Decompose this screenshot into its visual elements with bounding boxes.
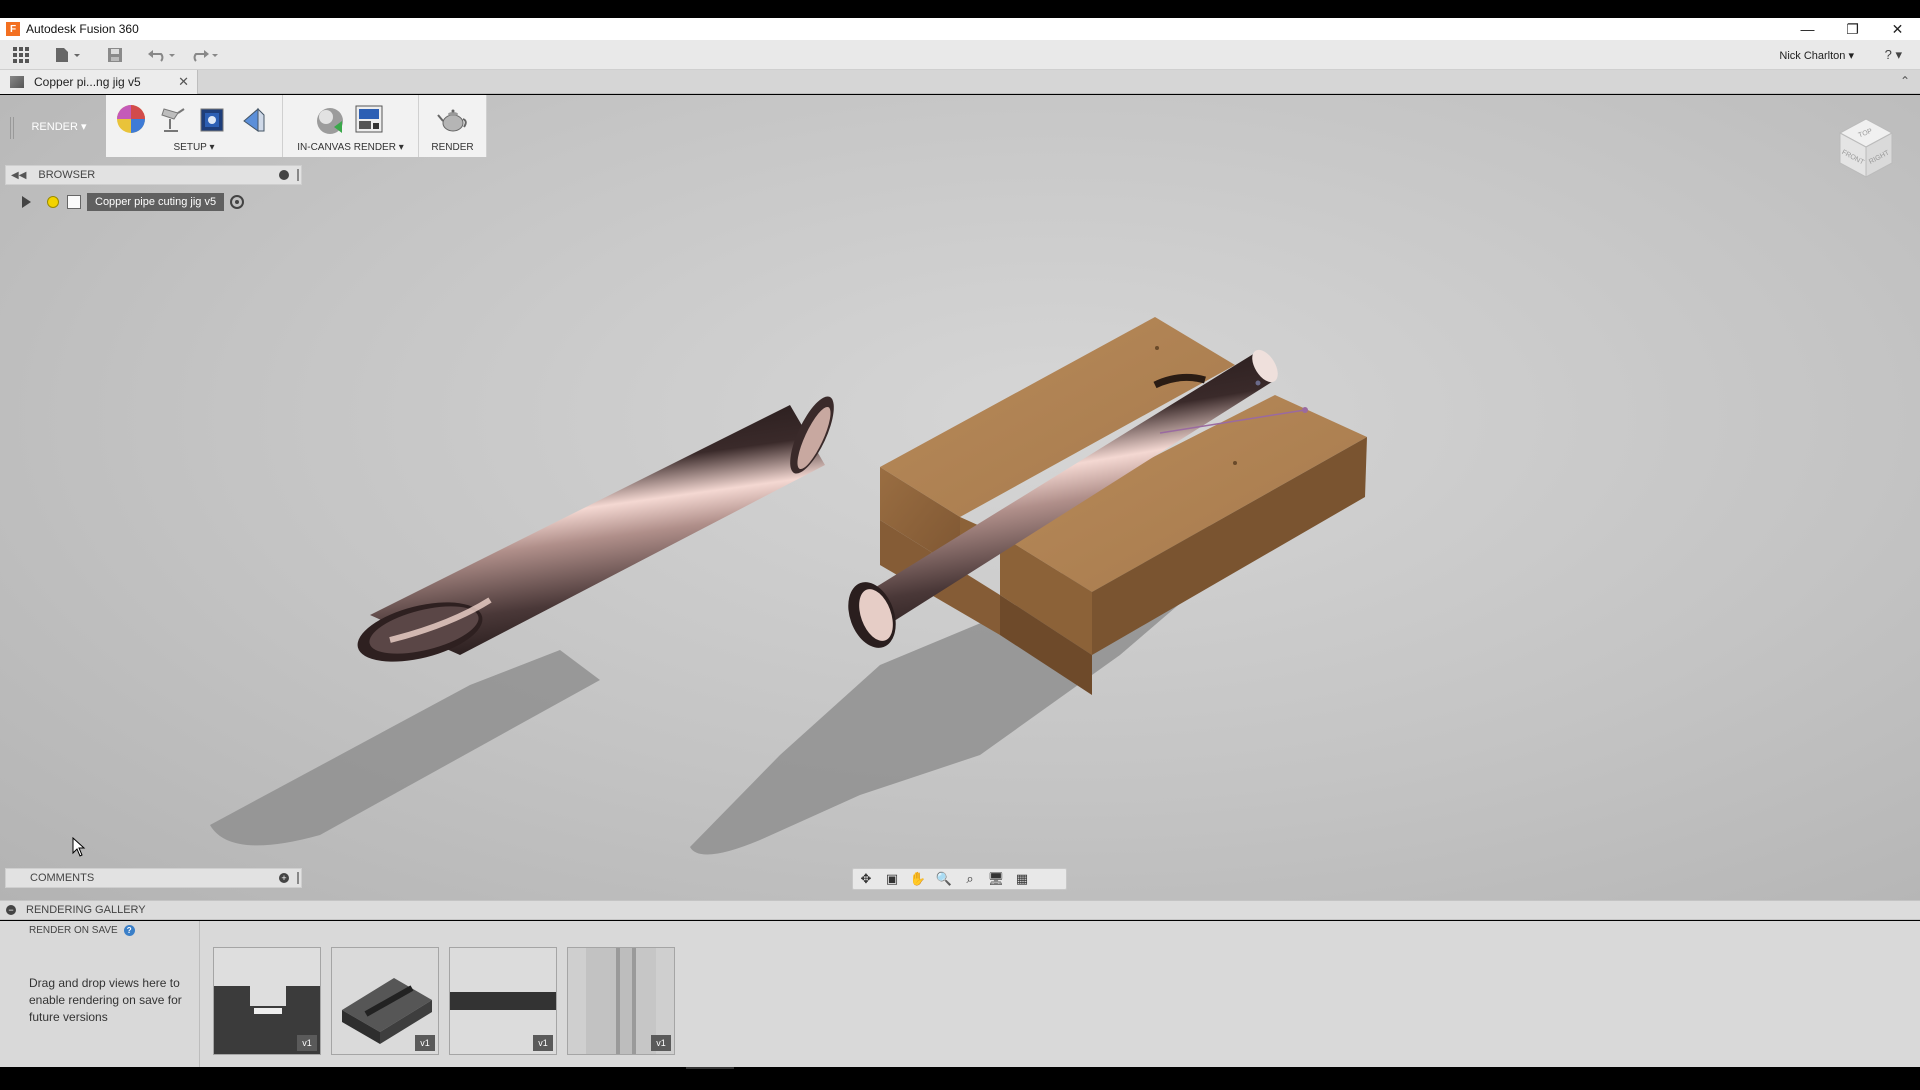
document-tab-bar: Copper pi...ng jig v5 ✕ ⌃ <box>0 70 1920 94</box>
version-badge: v1 <box>651 1035 671 1051</box>
render-panel: RENDER <box>419 95 487 157</box>
window-controls: — ❐ ✕ <box>1785 18 1920 40</box>
navigation-bar: ✥ ▣ ✋ 🔍 ⌕ 🖥 ▦ <box>852 868 1067 890</box>
drag-drop-hint: Drag and drop views here to enable rende… <box>29 976 182 1024</box>
setup-panel-label[interactable]: SETUP ▾ <box>106 142 282 153</box>
file-menu-icon[interactable] <box>53 46 83 64</box>
render-teapot-icon[interactable] <box>437 103 469 135</box>
gallery-thumbnail[interactable]: v1 <box>567 947 675 1055</box>
gallery-thumbnail[interactable]: v1 <box>331 947 439 1055</box>
render-on-save-area[interactable]: RENDER ON SAVE ? Drag and drop views her… <box>0 921 200 1067</box>
decal-icon[interactable] <box>197 103 229 135</box>
version-badge: v1 <box>297 1035 317 1051</box>
document-tab-title: Copper pi...ng jig v5 <box>34 75 141 89</box>
appearance-icon[interactable] <box>115 103 147 135</box>
pan-hand-icon[interactable]: ✋ <box>905 869 931 889</box>
save-icon[interactable] <box>106 46 124 64</box>
in-canvas-render-panel: IN-CANVAS RENDER ▾ <box>283 95 419 157</box>
window-title: Autodesk Fusion 360 <box>26 22 139 36</box>
look-at-icon[interactable]: ▣ <box>879 869 905 889</box>
capture-image-icon[interactable] <box>353 103 385 135</box>
browser-resize-handle[interactable] <box>297 169 299 181</box>
fit-window-icon[interactable]: ⌕ <box>957 869 983 889</box>
orbit-icon[interactable]: ✥ <box>853 869 879 889</box>
close-window-button[interactable]: ✕ <box>1875 18 1920 40</box>
pipe-shadow <box>210 650 600 846</box>
ribbon-grip <box>10 117 14 139</box>
minimize-button[interactable]: — <box>1785 18 1830 40</box>
graphics-canvas[interactable]: RENDER ▾ SETUP ▾ IN-CANVAS RENDER ▾ REND… <box>0 95 1920 900</box>
version-badge: v1 <box>533 1035 553 1051</box>
browser-pin-icon[interactable] <box>279 170 289 180</box>
expand-arrow-icon[interactable] <box>22 196 31 208</box>
gallery-thumbnail[interactable]: v1 <box>449 947 557 1055</box>
data-panel-grid-icon[interactable] <box>12 46 30 64</box>
loose-copper-pipe[interactable] <box>352 391 843 673</box>
design-document-icon <box>10 76 24 88</box>
component-icon <box>67 195 81 209</box>
collapse-gallery-icon[interactable]: − <box>6 905 16 915</box>
chevron-up-icon[interactable]: ⌃ <box>1900 74 1910 88</box>
render-on-save-label: RENDER ON SAVE ? <box>29 925 135 936</box>
bottom-strip <box>0 1067 1920 1090</box>
title-bar: F Autodesk Fusion 360 — ❐ ✕ <box>0 18 1920 40</box>
redo-icon[interactable] <box>189 46 221 64</box>
visibility-lightbulb-icon[interactable] <box>47 196 59 208</box>
scroll-indicator[interactable] <box>686 1067 734 1069</box>
in-canvas-render-icon[interactable] <box>314 103 346 135</box>
document-tab[interactable]: Copper pi...ng jig v5 ✕ <box>0 70 198 94</box>
rendering-gallery-header[interactable]: − RENDERING GALLERY <box>0 900 1920 920</box>
gallery-thumbnail[interactable]: v1 <box>213 947 321 1055</box>
version-badge: v1 <box>415 1035 435 1051</box>
fusion-app-window: F Autodesk Fusion 360 — ❐ ✕ Nick Charlto… <box>0 0 1920 1090</box>
render-panel-label[interactable]: RENDER <box>419 142 486 153</box>
activate-component-icon[interactable] <box>230 195 245 209</box>
texture-map-controls-icon[interactable] <box>238 103 270 135</box>
comments-title: COMMENTS <box>30 872 95 884</box>
grid-settings-icon[interactable]: ▦ <box>1009 869 1035 889</box>
comments-panel-header[interactable]: COMMENTS + <box>5 868 302 888</box>
render-on-save-text: RENDER ON SAVE <box>29 925 118 936</box>
collapse-browser-icon[interactable]: ◀◀ <box>11 170 26 181</box>
close-tab-button[interactable]: ✕ <box>178 74 189 90</box>
display-settings-icon[interactable]: 🖥 <box>983 869 1009 889</box>
workspace-switcher[interactable]: RENDER ▾ <box>0 95 106 157</box>
user-account-menu[interactable]: Nick Charlton ▾ <box>1779 49 1854 62</box>
mouse-cursor-icon <box>72 837 86 857</box>
browser-root-node[interactable]: Copper pipe cuting jig v5 <box>20 193 245 211</box>
model-viewport[interactable] <box>0 95 1920 900</box>
restore-button[interactable]: ❐ <box>1830 18 1875 40</box>
toolbar-ribbon: RENDER ▾ SETUP ▾ IN-CANVAS RENDER ▾ REND… <box>0 95 487 157</box>
undo-icon[interactable] <box>146 46 178 64</box>
rendering-gallery-title: RENDERING GALLERY <box>26 904 146 916</box>
browser-panel-header[interactable]: ◀◀ BROWSER <box>5 165 302 185</box>
browser-title: BROWSER <box>38 169 96 181</box>
help-question-icon[interactable]: ? <box>123 925 135 936</box>
fusion-logo-icon: F <box>6 22 20 36</box>
in-canvas-render-panel-label[interactable]: IN-CANVAS RENDER ▾ <box>283 142 418 153</box>
help-menu[interactable]: ? ▾ <box>1885 47 1902 63</box>
viewcube[interactable]: TOP FRONT RIGHT <box>1830 109 1902 181</box>
root-component-name[interactable]: Copper pipe cuting jig v5 <box>87 193 225 211</box>
add-comment-icon[interactable]: + <box>279 873 289 883</box>
workspace-label: RENDER ▾ <box>31 120 87 133</box>
scene-settings-icon[interactable] <box>156 103 188 135</box>
quick-access-toolbar: Nick Charlton ▾ ? ▾ <box>0 40 1920 70</box>
rendering-gallery: RENDER ON SAVE ? Drag and drop views her… <box>0 921 1920 1067</box>
zoom-icon[interactable]: 🔍 <box>931 869 957 889</box>
setup-panel: SETUP ▾ <box>106 95 283 157</box>
comments-resize-handle[interactable] <box>297 872 299 884</box>
